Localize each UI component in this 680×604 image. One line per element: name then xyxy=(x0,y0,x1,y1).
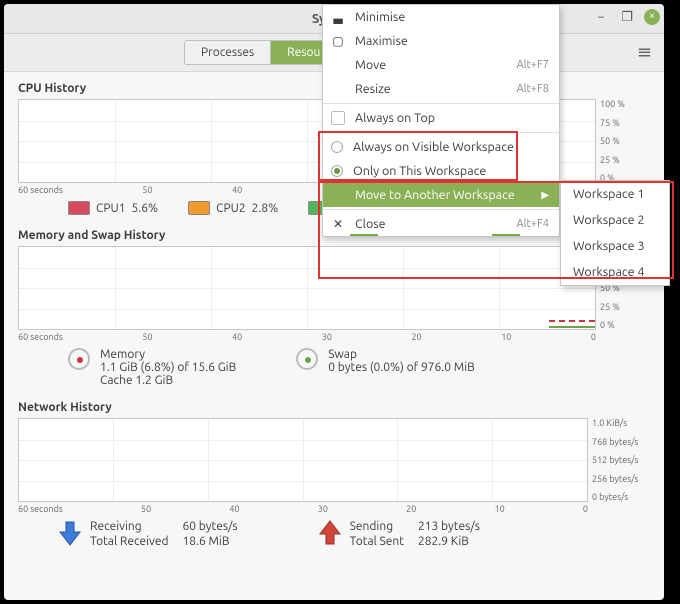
gauge-icon xyxy=(68,348,90,370)
net-chart xyxy=(18,418,588,502)
upload-arrow-icon xyxy=(318,520,342,546)
view-tabs: Processes Resou xyxy=(184,40,337,65)
swatch-icon xyxy=(188,201,210,215)
minimise-button[interactable]: − xyxy=(592,8,610,26)
net-x-axis: 60 seconds50403020100 xyxy=(18,504,588,514)
window-context-menu: ▃Minimise ▢Maximise MoveAlt+F7 ResizeAlt… xyxy=(322,4,560,237)
radio-icon xyxy=(331,141,343,153)
restore-button[interactable]: ❐ xyxy=(618,8,636,26)
menu-minimise[interactable]: ▃Minimise xyxy=(323,5,559,29)
menu-resize[interactable]: ResizeAlt+F8 xyxy=(323,77,559,101)
menu-only-this-workspace[interactable]: Only on This Workspace xyxy=(323,159,559,183)
swatch-icon xyxy=(68,201,90,215)
submenu-workspace-3[interactable]: Workspace 3 xyxy=(561,233,669,259)
gauge-icon xyxy=(296,348,318,370)
tab-underline xyxy=(350,234,378,236)
close-icon: ✕ xyxy=(331,217,345,231)
mem-x-axis: 60 seconds50403020100 xyxy=(18,332,596,342)
minimise-icon: ▃ xyxy=(331,10,345,24)
checkbox-icon xyxy=(331,111,345,125)
net-receiving[interactable]: Receiving60 bytes/s Total Received18.6 M… xyxy=(58,520,238,548)
menu-move-to-workspace[interactable]: Move to Another Workspace▶ xyxy=(323,183,559,207)
net-y-axis: 1.0 KiB/s768 bytes/s512 bytes/s256 bytes… xyxy=(592,418,650,502)
submenu-workspace-1[interactable]: Workspace 1 xyxy=(561,181,669,207)
net-sending[interactable]: Sending213 bytes/s Total Sent282.9 KiB xyxy=(318,520,480,548)
menu-maximise[interactable]: ▢Maximise xyxy=(323,29,559,53)
menu-move[interactable]: MoveAlt+F7 xyxy=(323,53,559,77)
cpu-legend-item[interactable]: CPU22.8% xyxy=(188,201,278,215)
submenu-workspace-2[interactable]: Workspace 2 xyxy=(561,207,669,233)
workspace-submenu: Workspace 1 Workspace 2 Workspace 3 Work… xyxy=(560,180,670,286)
submenu-workspace-4[interactable]: Workspace 4 xyxy=(561,259,669,285)
swap-gauge[interactable]: Swap 0 bytes (0.0%) of 976.0 MiB xyxy=(296,348,475,387)
cpu-y-axis: 100 %75 %50 %25 %0 % xyxy=(600,99,650,183)
net-section-title: Network History xyxy=(18,401,650,414)
menu-always-on-top[interactable]: Always on Top xyxy=(323,106,559,130)
chevron-right-icon: ▶ xyxy=(541,189,549,201)
menu-always-visible-workspace[interactable]: Always on Visible Workspace xyxy=(323,135,559,159)
memory-gauge[interactable]: Memory 1.1 GiB (6.8%) of 15.6 GiB Cache … xyxy=(68,348,236,387)
tab-processes[interactable]: Processes xyxy=(185,41,271,64)
mem-chart xyxy=(18,246,596,330)
hamburger-menu-icon[interactable]: ≡ xyxy=(637,42,652,63)
radio-icon xyxy=(331,165,343,177)
download-arrow-icon xyxy=(58,520,82,546)
tab-underline xyxy=(492,234,520,236)
cpu-legend-item[interactable]: CPU15.6% xyxy=(68,201,158,215)
close-button[interactable]: × xyxy=(644,9,660,25)
menu-close[interactable]: ✕CloseAlt+F4 xyxy=(323,212,559,236)
maximise-icon: ▢ xyxy=(331,34,345,48)
